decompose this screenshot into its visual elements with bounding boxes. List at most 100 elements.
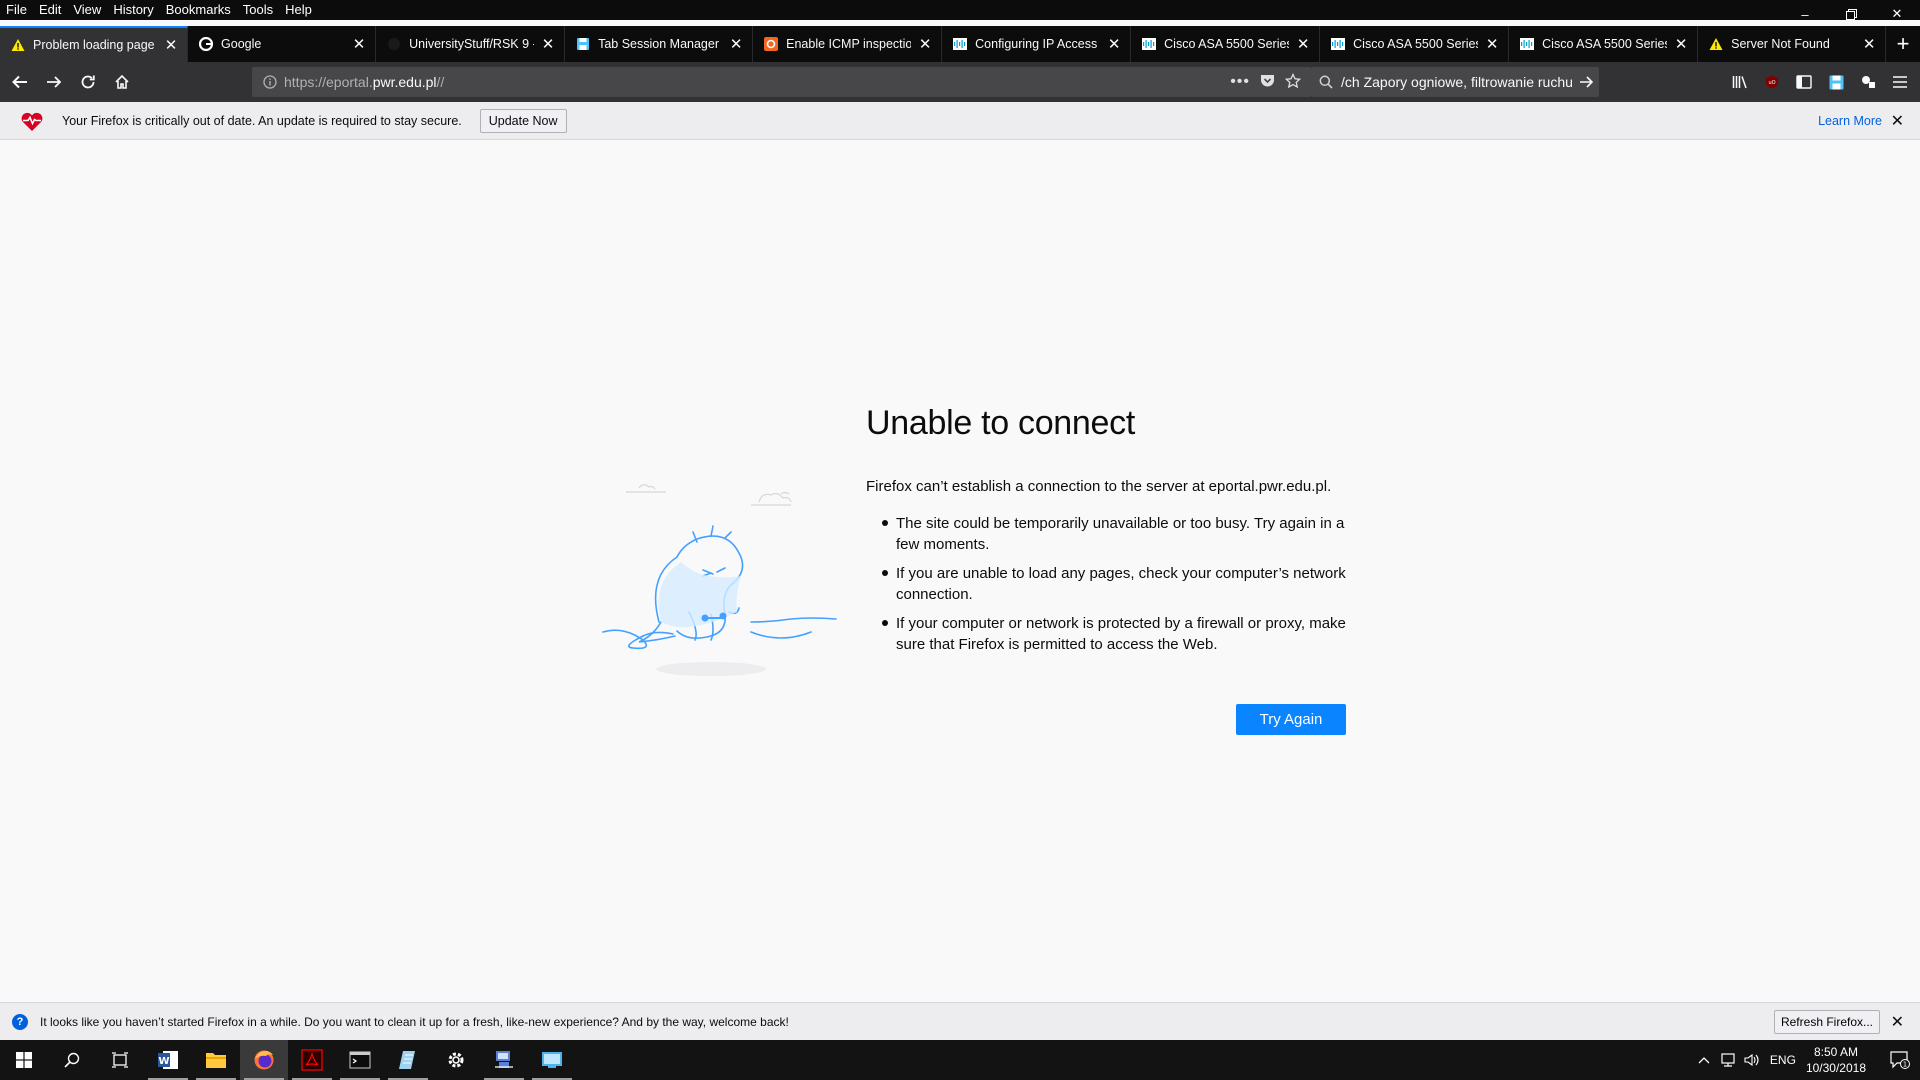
close-tab-icon[interactable]: ✕ <box>1484 36 1500 53</box>
network-icon[interactable] <box>1716 1053 1740 1067</box>
url-bar[interactable]: https://eportal.pwr.edu.pl// ••• <box>252 67 1311 97</box>
sidebar-icon[interactable] <box>1788 66 1820 98</box>
pocket-icon[interactable] <box>1260 74 1275 91</box>
close-tab-icon[interactable]: ✕ <box>1106 36 1122 53</box>
word-icon[interactable]: W <box>144 1040 192 1080</box>
menu-help[interactable]: Help <box>279 0 318 20</box>
close-tab-icon[interactable]: ✕ <box>1861 36 1877 53</box>
tab-title: Configuring IP Access Li <box>975 37 1101 51</box>
tab-session-manager[interactable]: Tab Session Manager ✕ <box>565 26 754 62</box>
tab-github[interactable]: UniversityStuff/RSK 9 - F ✕ <box>376 26 566 62</box>
window-controls: – ✕ <box>1782 0 1920 28</box>
forward-button[interactable] <box>38 66 70 98</box>
system-tray: ENG 8:50 AM 10/30/2018 1 <box>1692 1040 1920 1080</box>
cisco-icon <box>1330 36 1346 52</box>
error-page: Unable to connect Firefox can’t establis… <box>0 141 1920 1002</box>
windows-start-icon[interactable] <box>0 1040 48 1080</box>
error-title: Unable to connect <box>866 404 1135 442</box>
tab-google[interactable]: Google ✕ <box>188 26 377 62</box>
close-icon[interactable]: ✕ <box>1891 111 1904 131</box>
acrobat-icon[interactable] <box>288 1040 336 1080</box>
terminal-icon[interactable] <box>336 1040 384 1080</box>
settings-icon[interactable] <box>432 1040 480 1080</box>
try-again-button[interactable]: Try Again <box>1236 704 1346 735</box>
network-app-icon[interactable] <box>480 1040 528 1080</box>
google-icon <box>198 36 214 52</box>
cisco-icon <box>1141 36 1157 52</box>
tab-problem-loading[interactable]: Problem loading page ✕ <box>0 26 189 62</box>
dinosaur-illustration <box>602 484 837 676</box>
refresh-notification-bar: ? It looks like you haven’t started Fire… <box>0 1002 1920 1040</box>
menu-history[interactable]: History <box>107 0 159 20</box>
close-window-icon[interactable]: ✕ <box>1874 0 1920 28</box>
file-explorer-icon[interactable] <box>192 1040 240 1080</box>
critical-heart-icon <box>20 110 44 132</box>
menu-tools[interactable]: Tools <box>237 0 279 20</box>
new-tab-button[interactable]: + <box>1886 26 1920 62</box>
home-button[interactable] <box>106 66 138 98</box>
ublock-icon[interactable]: uO <box>1756 66 1788 98</box>
virtual-machine-icon[interactable] <box>528 1040 576 1080</box>
notification-count: 1 <box>1903 1061 1907 1069</box>
search-icon <box>1311 75 1341 89</box>
search-icon[interactable] <box>48 1040 96 1080</box>
close-tab-icon[interactable]: ✕ <box>540 36 556 53</box>
update-now-button[interactable]: Update Now <box>479 108 567 133</box>
update-notification-bar: Your Firefox is critically out of date. … <box>0 102 1920 140</box>
clock[interactable]: 8:50 AM 10/30/2018 <box>1806 1044 1866 1076</box>
windows-taskbar: W ENG 8:50 AM 10/30/2018 1 <box>0 1040 1920 1080</box>
search-go-icon[interactable] <box>1573 75 1599 89</box>
volume-icon[interactable] <box>1740 1053 1764 1067</box>
tab-server-not-found[interactable]: Server Not Found ✕ <box>1698 26 1887 62</box>
restore-icon[interactable] <box>1828 0 1874 28</box>
notepad-icon[interactable] <box>384 1040 432 1080</box>
tab-title: Problem loading page <box>33 38 155 52</box>
info-icon[interactable] <box>256 75 284 89</box>
refresh-firefox-button[interactable]: Refresh Firefox... <box>1773 1009 1880 1034</box>
tab-title: Cisco ASA 5500 Series C <box>1164 37 1289 51</box>
task-view-icon[interactable] <box>96 1040 144 1080</box>
minimize-icon[interactable]: – <box>1782 0 1828 28</box>
url-text[interactable]: https://eportal.pwr.edu.pl// <box>284 74 1230 90</box>
tab-cisco-asa-1[interactable]: Cisco ASA 5500 Series C ✕ <box>1131 26 1321 62</box>
cisco-icon <box>952 36 968 52</box>
learn-more-link[interactable]: Learn More <box>1818 114 1882 128</box>
hamburger-menu-icon[interactable] <box>1884 66 1916 98</box>
close-icon[interactable]: ✕ <box>1891 1012 1904 1032</box>
language-indicator[interactable]: ENG <box>1770 1053 1796 1067</box>
tab-title: UniversityStuff/RSK 9 - F <box>409 37 535 51</box>
close-tab-icon[interactable]: ✕ <box>163 37 179 54</box>
chevron-up-icon[interactable] <box>1692 1056 1716 1064</box>
close-tab-icon[interactable]: ✕ <box>1295 36 1311 53</box>
action-center-icon[interactable]: 1 <box>1880 1051 1920 1069</box>
navigation-toolbar: https://eportal.pwr.edu.pl// ••• /ch Zap… <box>0 62 1920 102</box>
reload-button[interactable] <box>72 66 104 98</box>
url-prefix: https://eportal. <box>284 74 373 90</box>
close-tab-icon[interactable]: ✕ <box>351 36 367 53</box>
back-arrow-icon <box>12 75 27 89</box>
close-tab-icon[interactable]: ✕ <box>728 36 744 53</box>
session-manager-icon <box>575 36 591 52</box>
menu-bookmarks[interactable]: Bookmarks <box>160 0 237 20</box>
github-icon <box>386 36 402 52</box>
search-bar[interactable]: /ch Zapory ogniowe, filtrowanie ruchu <box>1311 67 1599 97</box>
bookmark-star-icon[interactable] <box>1284 72 1302 92</box>
extension-icon[interactable] <box>1852 66 1884 98</box>
back-button[interactable] <box>4 66 36 98</box>
session-manager-toolbar-icon[interactable] <box>1820 66 1852 98</box>
close-tab-icon[interactable]: ✕ <box>1673 36 1689 53</box>
library-icon[interactable] <box>1724 66 1756 98</box>
tab-icmp[interactable]: Enable ICMP inspection ✕ <box>753 26 943 62</box>
tab-title: Server Not Found <box>1731 37 1830 51</box>
svg-text:W: W <box>158 1056 169 1067</box>
tab-configuring-ip[interactable]: Configuring IP Access Li ✕ <box>942 26 1132 62</box>
menu-view[interactable]: View <box>67 0 107 20</box>
page-actions-menu-icon[interactable]: ••• <box>1230 73 1250 91</box>
tab-cisco-asa-3[interactable]: Cisco ASA 5500 Series C ✕ <box>1509 26 1699 62</box>
close-tab-icon[interactable]: ✕ <box>917 36 933 53</box>
menu-edit[interactable]: Edit <box>33 0 67 20</box>
menu-file[interactable]: File <box>0 0 33 20</box>
firefox-icon[interactable] <box>240 1040 288 1080</box>
search-input[interactable]: /ch Zapory ogniowe, filtrowanie ruchu <box>1341 74 1573 90</box>
tab-cisco-asa-2[interactable]: Cisco ASA 5500 Series C ✕ <box>1320 26 1510 62</box>
